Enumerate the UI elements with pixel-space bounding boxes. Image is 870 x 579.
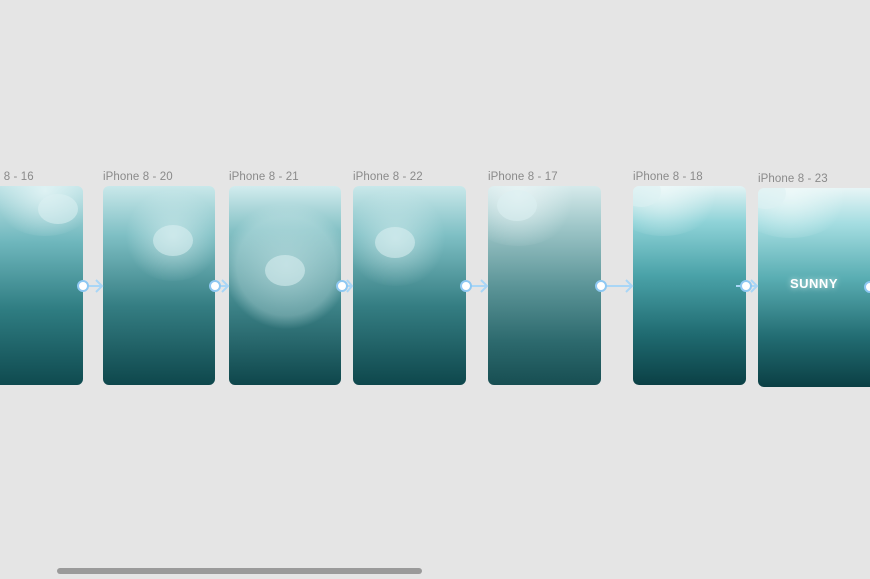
prototype-connector-handle[interactable]	[209, 280, 221, 292]
prototype-connector-handle[interactable]	[864, 281, 870, 293]
sun-circle	[38, 194, 78, 224]
artboard-iphone-8-17[interactable]	[488, 186, 601, 385]
horizontal-scrollbar-thumb[interactable]	[57, 568, 422, 574]
sun-circle	[375, 227, 415, 258]
artboard-iphone-8-20[interactable]	[103, 186, 215, 385]
artboard-iphone-8-18[interactable]	[633, 186, 746, 385]
prototype-connector-handle[interactable]	[77, 280, 89, 292]
weather-condition-text: SUNNY	[789, 276, 838, 291]
prototype-connector-handle[interactable]	[595, 280, 607, 292]
prototype-connector-handle[interactable]	[460, 280, 472, 292]
artboard-label-iphone-8-21[interactable]: iPhone 8 - 21	[229, 171, 299, 183]
prototype-canvas[interactable]: iPhone 8 - 16 iPhone 8 - 20 iPhone 8 - 2…	[0, 0, 870, 579]
artboard-label-iphone-8-22[interactable]: iPhone 8 - 22	[353, 171, 423, 183]
artboard-label-iphone-8-20[interactable]: iPhone 8 - 20	[103, 171, 173, 183]
artboard-label-iphone-8-23[interactable]: iPhone 8 - 23	[758, 173, 828, 185]
artboard-iphone-8-22[interactable]	[353, 186, 466, 385]
artboard-label-iphone-8-16[interactable]: iPhone 8 - 16	[0, 171, 34, 183]
artboard-iphone-8-21[interactable]	[229, 186, 341, 385]
artboard-iphone-8-23[interactable]: SUNNY	[758, 188, 870, 387]
prototype-connector-handle[interactable]	[740, 280, 752, 292]
sun-circle	[758, 188, 786, 209]
prototype-flow-arrow[interactable]	[87, 278, 105, 294]
sun-circle	[633, 186, 661, 207]
sun-circle	[497, 190, 537, 221]
sun-circle	[265, 255, 305, 286]
prototype-connector-handle[interactable]	[336, 280, 348, 292]
sun-circle	[153, 225, 193, 256]
prototype-flow-arrow[interactable]	[603, 278, 635, 294]
artboard-label-iphone-8-17[interactable]: iPhone 8 - 17	[488, 171, 558, 183]
artboard-label-iphone-8-18[interactable]: iPhone 8 - 18	[633, 171, 703, 183]
artboard-iphone-8-16[interactable]	[0, 186, 83, 385]
